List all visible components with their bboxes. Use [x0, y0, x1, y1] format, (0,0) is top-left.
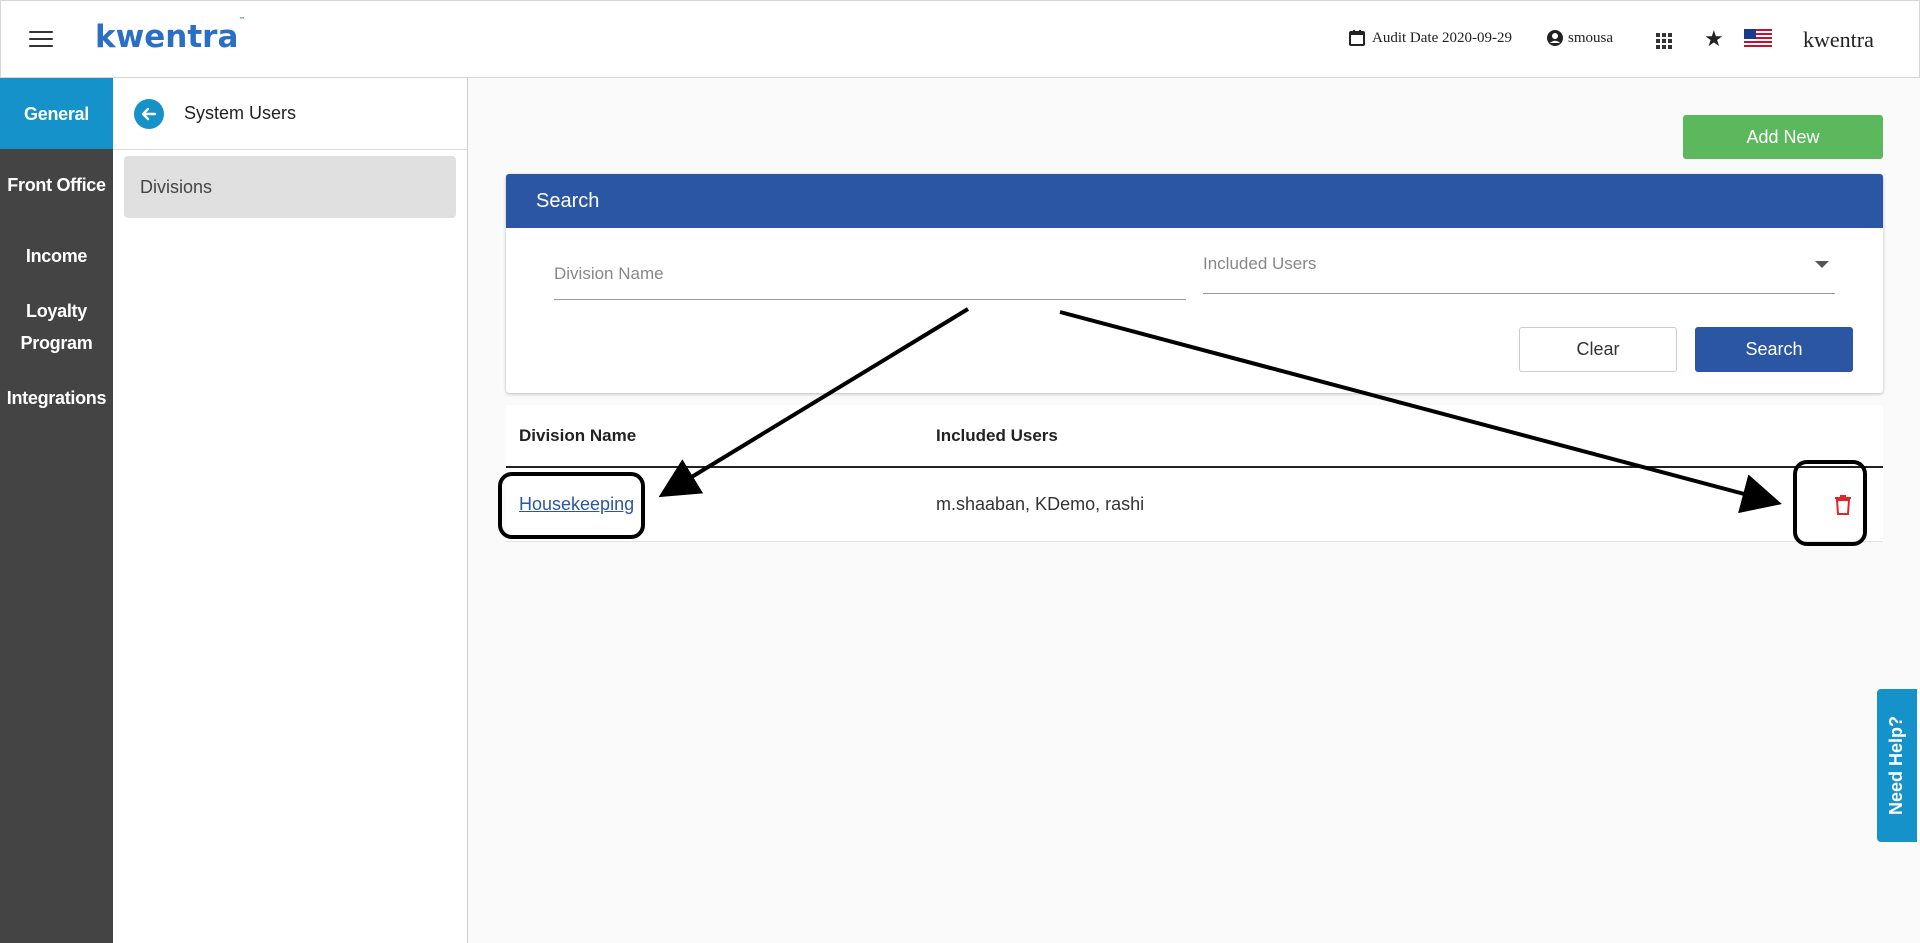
- sub-panel-header: System Users: [113, 78, 467, 150]
- search-button[interactable]: Search: [1695, 327, 1853, 372]
- sub-panel: System Users Divisions: [113, 78, 468, 943]
- included-users-placeholder: Included Users: [1203, 254, 1317, 273]
- table-row: Housekeeping m.shaaban, KDemo, rashi: [506, 468, 1883, 542]
- calendar-icon: [1349, 30, 1365, 46]
- brand-text: kwentra: [1803, 27, 1874, 52]
- delete-trash-icon[interactable]: [1803, 494, 1883, 516]
- divisions-table: Division Name Included Users Housekeepin…: [506, 405, 1883, 542]
- left-nav: General Front Office Income Loyalty Prog…: [0, 78, 113, 943]
- search-card-header: Search: [506, 174, 1883, 228]
- brand-logo[interactable]: kwentra™: [95, 16, 245, 55]
- user-circle-icon: [1547, 30, 1563, 46]
- clear-button[interactable]: Clear: [1519, 327, 1677, 372]
- audit-date-text: Audit Date 2020-09-29: [1372, 29, 1512, 46]
- apps-grid-icon[interactable]: [1656, 33, 1672, 49]
- back-arrow-icon[interactable]: [134, 98, 164, 129]
- audit-date[interactable]: Audit Date 2020-09-29: [1348, 29, 1512, 47]
- division-link-housekeeping[interactable]: Housekeeping: [519, 494, 634, 514]
- included-users-cell: m.shaaban, KDemo, rashi: [936, 494, 1145, 514]
- chevron-down-icon: [1815, 261, 1829, 268]
- need-help-tab[interactable]: Need Help?: [1877, 689, 1917, 842]
- column-header-division-name[interactable]: Division Name: [506, 426, 936, 446]
- column-header-included-users[interactable]: Included Users: [936, 426, 1883, 446]
- add-new-button[interactable]: Add New: [1683, 115, 1883, 159]
- user-menu[interactable]: smousa: [1546, 29, 1613, 47]
- sub-item-divisions[interactable]: Divisions: [124, 156, 456, 218]
- division-name-input[interactable]: Division Name: [554, 264, 1186, 300]
- nav-item-front-office[interactable]: Front Office: [0, 149, 113, 220]
- us-flag-icon[interactable]: [1744, 29, 1772, 49]
- table-header: Division Name Included Users: [506, 405, 1883, 468]
- sub-panel-title: System Users: [184, 103, 297, 123]
- hamburger-menu-icon[interactable]: [29, 31, 53, 49]
- user-name: smousa: [1568, 29, 1613, 46]
- top-bar: kwentra™ Audit Date 2020-09-29 smousa ★: [0, 0, 1920, 78]
- search-card: Search Division Name Included Users Clea…: [506, 174, 1883, 393]
- nav-item-loyalty-program[interactable]: Loyalty Program: [0, 291, 113, 362]
- need-help-label: Need Help?: [1886, 715, 1907, 816]
- star-icon[interactable]: ★: [1704, 27, 1724, 52]
- nav-item-integrations[interactable]: Integrations: [0, 362, 113, 433]
- nav-item-general[interactable]: General: [0, 78, 113, 149]
- nav-item-income[interactable]: Income: [0, 220, 113, 291]
- included-users-select[interactable]: Included Users: [1203, 254, 1835, 294]
